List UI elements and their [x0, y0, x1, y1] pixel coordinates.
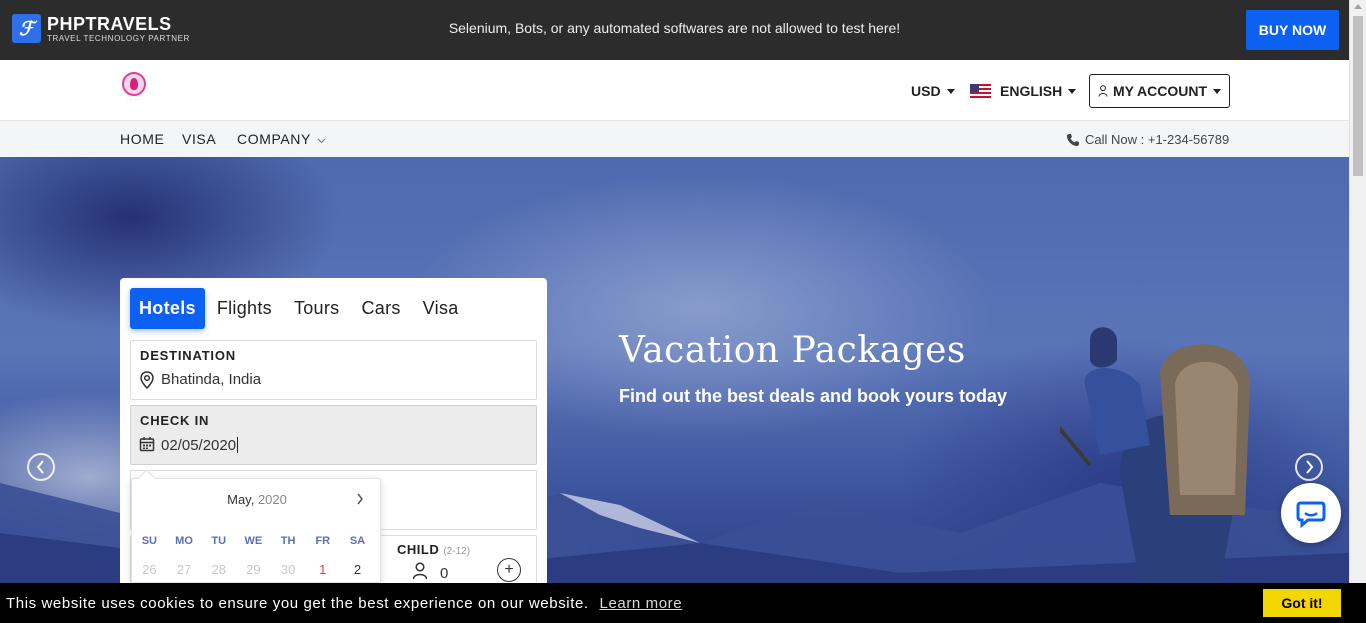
hiker-image — [1060, 327, 1250, 583]
checkin-field[interactable]: CHECK IN 02/05/2020 — [130, 405, 537, 465]
site-header: · · · · · · USD ENGLISH MY ACCOUNT — [0, 60, 1349, 121]
checkin-value: 02/05/2020 — [161, 437, 237, 454]
checkin-input[interactable]: 02/05/2020 — [161, 437, 239, 454]
nav-item-company[interactable]: COMPANY — [237, 131, 326, 147]
chevron-right-icon — [1306, 460, 1314, 474]
call-now[interactable]: Call Now : +1-234-56789 — [1066, 132, 1229, 147]
scroll-thumb[interactable] — [1353, 16, 1363, 176]
live-chat-button[interactable] — [1281, 483, 1341, 543]
my-account-button[interactable]: MY ACCOUNT — [1089, 74, 1230, 108]
top-bar: ℱ PHPTRAVELS TRAVEL TECHNOLOGY PARTNER S… — [0, 0, 1349, 60]
main-nav: HOME VISA COMPANY Call Now : +1-234-5678… — [0, 121, 1349, 157]
cookie-message-text: This website uses cookies to ensure you … — [6, 595, 589, 612]
weekday-su: SU — [141, 535, 157, 547]
cookie-accept-button[interactable]: Got it! — [1263, 589, 1341, 617]
day-cell[interactable]: 2 — [340, 562, 375, 577]
user-icon — [1098, 85, 1108, 97]
weekday-fr: FR — [315, 535, 331, 547]
days-row: 26 27 28 29 30 1 2 — [132, 562, 382, 577]
learn-more-link[interactable]: Learn more — [600, 595, 683, 612]
text-cursor — [237, 437, 239, 453]
caret-down-icon — [1068, 88, 1077, 94]
weekday-th: TH — [280, 535, 296, 547]
child-range: (2-12) — [443, 546, 471, 557]
hero-title: Vacation Packages — [619, 330, 966, 371]
cookie-message: This website uses cookies to ensure you … — [6, 595, 682, 612]
cookie-consent-bar: This website uses cookies to ensure you … — [0, 583, 1366, 623]
datepicker-year: 2020 — [257, 492, 287, 507]
datepicker-month: May, — [227, 492, 255, 507]
weekday-tu: TU — [211, 535, 227, 547]
nav-item-home[interactable]: HOME — [120, 131, 164, 147]
scroll-up-arrow[interactable] — [1354, 4, 1362, 9]
tab-hotels[interactable]: Hotels — [130, 288, 205, 329]
day-cell[interactable]: 30 — [271, 562, 306, 577]
currency-dropdown[interactable]: USD — [911, 83, 955, 99]
child-label: CHILD (2-12) — [397, 542, 471, 557]
day-cell[interactable]: 26 — [132, 562, 167, 577]
user-icon — [412, 562, 428, 580]
search-tabs: Hotels Flights Tours Cars Visa — [130, 288, 481, 329]
destination-field[interactable]: DESTINATION Bhatinda, India — [130, 340, 537, 400]
tab-cars[interactable]: Cars — [361, 298, 400, 319]
day-cell[interactable]: 29 — [236, 562, 271, 577]
tab-flights[interactable]: Flights — [217, 298, 272, 319]
page-scrollbar[interactable] — [1349, 0, 1366, 583]
language-dropdown[interactable]: ENGLISH — [970, 83, 1077, 99]
day-cell[interactable]: 28 — [201, 562, 236, 577]
checkin-label: CHECK IN — [140, 413, 210, 428]
currency-label: USD — [911, 83, 941, 99]
chevron-right-icon[interactable] — [356, 493, 364, 505]
child-count[interactable]: 0 — [440, 565, 448, 582]
language-label: ENGLISH — [1000, 83, 1063, 99]
tab-visa[interactable]: Visa — [423, 298, 459, 319]
call-now-text: Call Now : +1-234-56789 — [1085, 132, 1230, 147]
day-cell[interactable]: 1 — [305, 562, 340, 577]
tab-tours[interactable]: Tours — [294, 298, 340, 319]
buy-now-button[interactable]: BUY NOW — [1246, 10, 1339, 50]
caret-down-icon — [946, 88, 955, 94]
location-pin-icon — [140, 371, 154, 389]
caret-down-icon — [1213, 88, 1222, 94]
nav-item-company-label: COMPANY — [237, 131, 311, 147]
destination-value: Bhatinda, India — [161, 371, 262, 388]
weekday-mo: MO — [175, 535, 193, 547]
phone-icon — [1067, 133, 1079, 146]
datepicker-title[interactable]: May, 2020 — [132, 492, 382, 507]
child-increment-button[interactable]: + — [497, 558, 521, 582]
calendar-icon — [139, 437, 155, 452]
chat-icon — [1296, 501, 1326, 528]
nav-item-visa[interactable]: VISA — [182, 131, 216, 147]
chevron-left-icon — [36, 460, 44, 474]
hero-subtitle: Find out the best deals and book yours t… — [619, 386, 1008, 406]
slider-prev-button[interactable] — [27, 453, 55, 481]
day-cell[interactable]: 27 — [167, 562, 202, 577]
datepicker-popup: May, 2020 SU MO TU WE TH FR SA 26 27 28 … — [131, 478, 381, 583]
plus-icon: + — [504, 561, 514, 578]
slider-next-button[interactable] — [1295, 453, 1323, 481]
weekday-we: WE — [244, 535, 263, 547]
my-account-label: MY ACCOUNT — [1112, 83, 1208, 99]
weekday-sa: SA — [349, 535, 366, 547]
automation-notice: Selenium, Bots, or any automated softwar… — [448, 20, 901, 36]
destination-label: DESTINATION — [140, 348, 236, 363]
site-logo[interactable]: · · · · · · — [121, 72, 147, 104]
chevron-down-icon — [317, 138, 326, 144]
us-flag-icon — [970, 84, 991, 98]
weekday-header: SU MO TU WE TH FR SA — [132, 535, 382, 547]
